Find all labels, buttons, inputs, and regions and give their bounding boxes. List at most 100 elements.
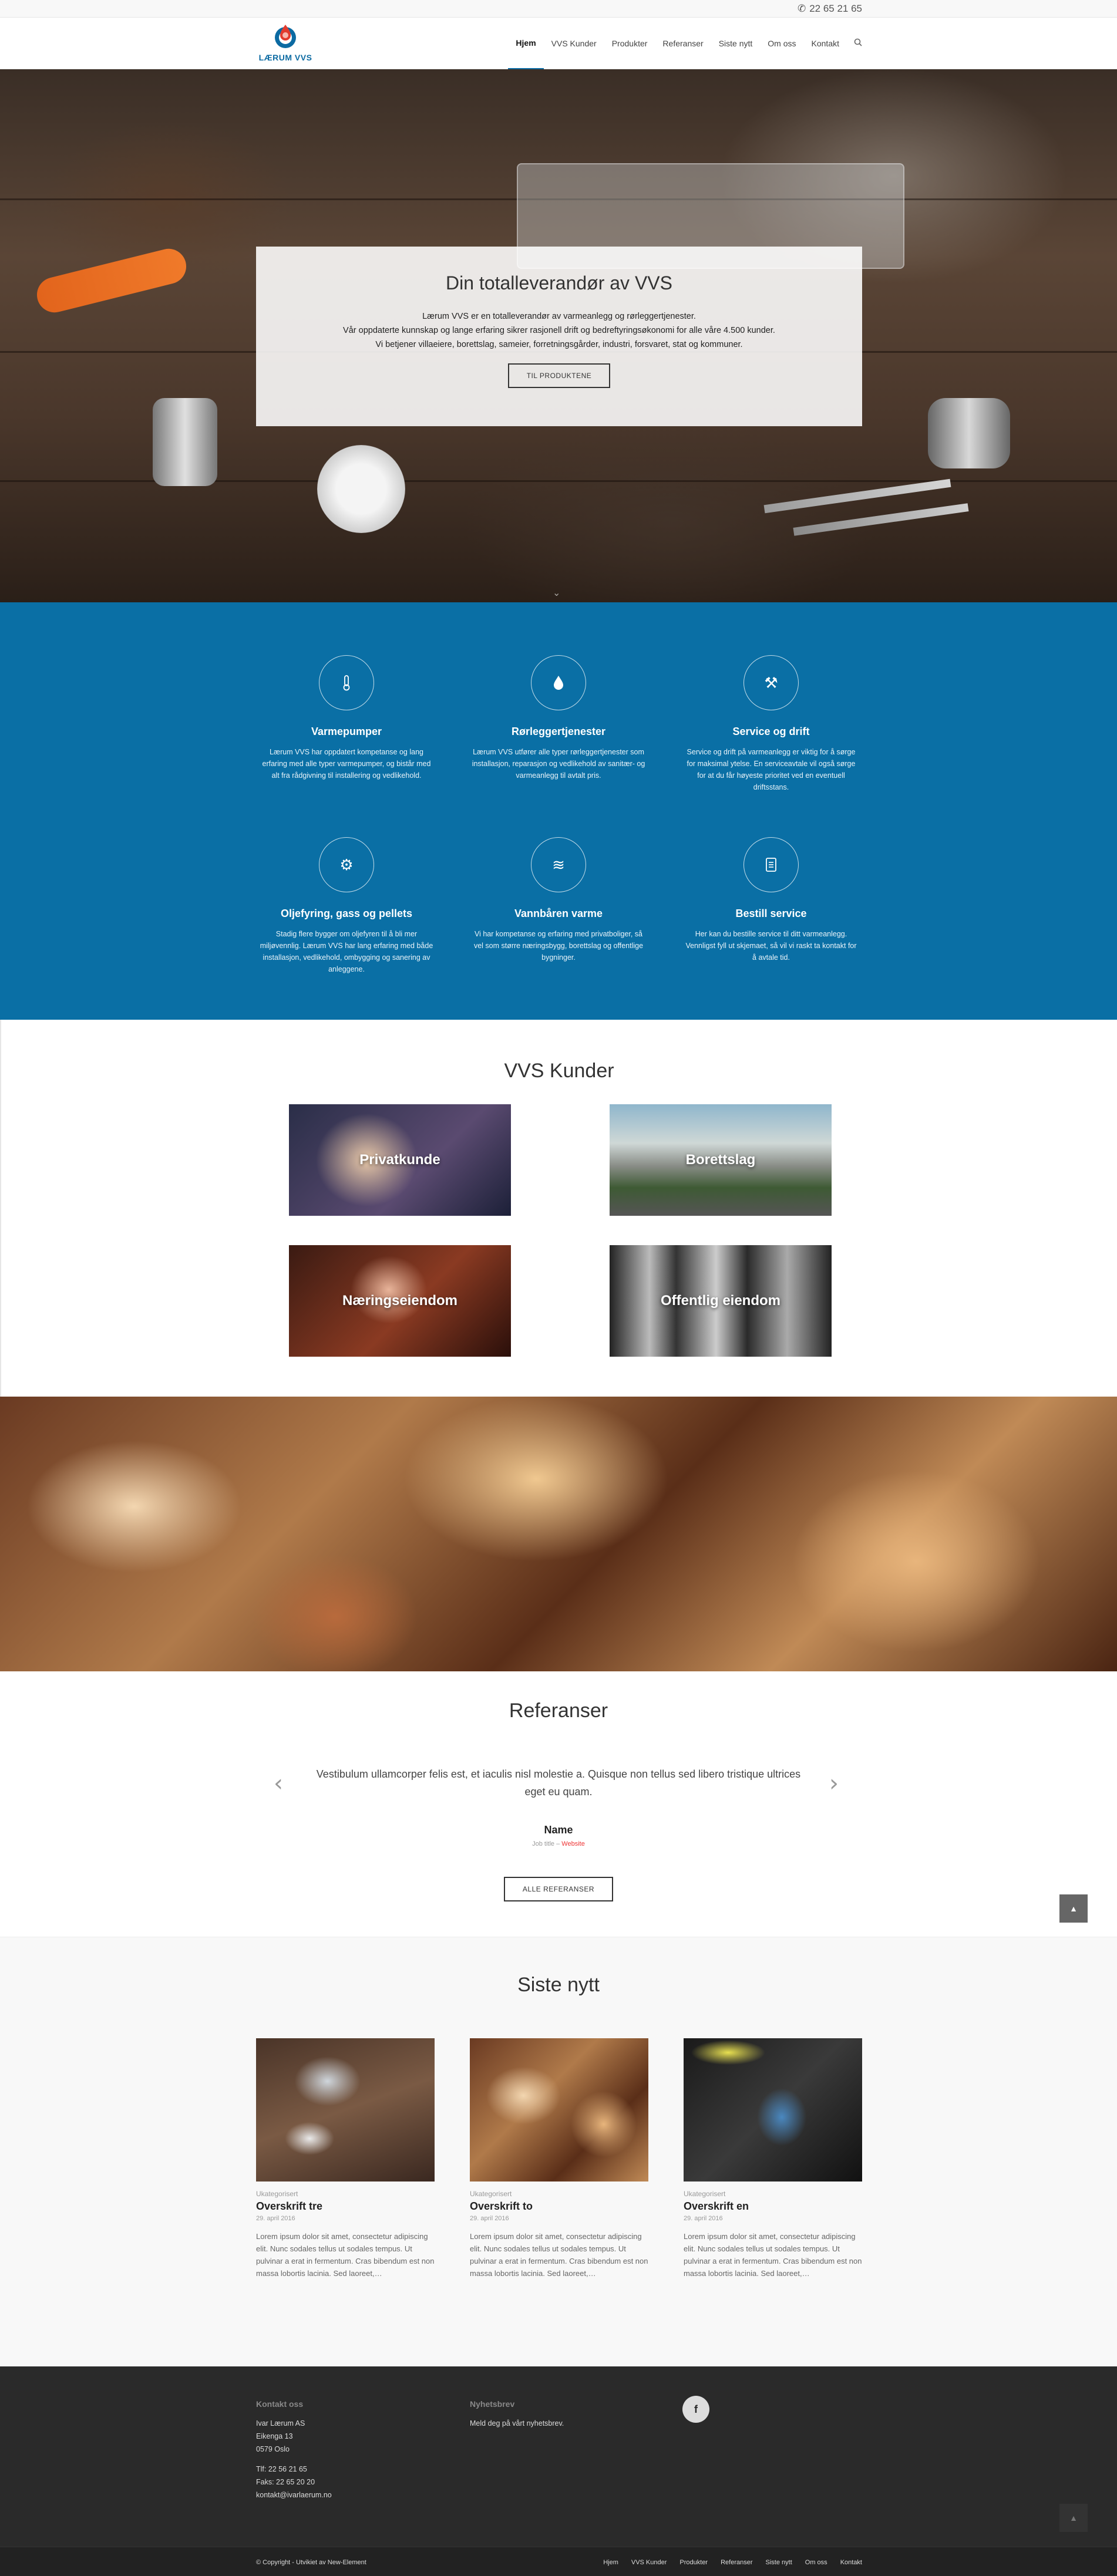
customers-title: VVS Kunder <box>504 1060 614 1082</box>
site-header: LÆRUM VVS Hjem VVS Kunder Produkter Refe… <box>0 18 1117 69</box>
tile-privatkunde[interactable]: Privatkunde <box>289 1104 511 1216</box>
footer-contact: Kontakt oss Ivar Lærum AS Eikenga 13 057… <box>256 2399 332 2501</box>
socket-bar: © Copyright - Utvikiet av New-Element Hj… <box>0 2547 1117 2576</box>
news-excerpt: Lorem ipsum dolor sit amet, consectetur … <box>470 2232 648 2278</box>
footer-email-link[interactable]: kontakt@ivarlaerum.no <box>256 2489 332 2501</box>
footer-newsletter-text[interactable]: Meld deg på vårt nyhetsbrev. <box>470 2417 564 2430</box>
facebook-icon[interactable]: f <box>682 2396 709 2423</box>
service-item[interactable]: Varmepumper Lærum VVS har oppdatert komp… <box>258 655 435 781</box>
service-text: Her kan du bestille service til ditt var… <box>685 930 857 962</box>
footer-city: 0579 Oslo <box>256 2445 290 2453</box>
hero-section: Din totalleverandør av VVS Lærum VVS er … <box>0 69 1117 602</box>
nav-siste-nytt[interactable]: Siste nytt <box>711 18 761 69</box>
news-headline[interactable]: Overskrift en <box>684 2200 862 2213</box>
tile-naeringseiendom[interactable]: Næringseiendom <box>289 1245 511 1357</box>
hero-title: Din totalleverandør av VVS <box>446 272 672 294</box>
news-headline[interactable]: Overskrift tre <box>256 2200 435 2213</box>
service-title: Bestill service <box>735 908 807 919</box>
logo[interactable]: LÆRUM VVS <box>256 22 315 65</box>
testimonial-website-link[interactable]: Website <box>561 1840 585 1847</box>
footer-company: Ivar Lærum AS <box>256 2419 305 2427</box>
footer-nav-siste-nytt[interactable]: Siste nytt <box>766 2559 792 2566</box>
footer-newsletter: Nyhetsbrev Meld deg på vårt nyhetsbrev. <box>470 2399 564 2430</box>
chevron-right-icon[interactable]: › <box>829 1770 839 1797</box>
tile-offentlig-eiendom[interactable]: Offentlig eiendom <box>610 1245 832 1357</box>
to-products-button[interactable]: TIL PRODUKTENE <box>507 363 611 388</box>
service-title: Oljefyring, gass og pellets <box>280 908 413 919</box>
news-card[interactable]: Ukategorisert Overskrift to 29. april 20… <box>470 2038 648 2280</box>
tools-icon: ⚒ <box>743 655 799 710</box>
footer-nav-hjem[interactable]: Hjem <box>603 2559 618 2566</box>
all-references-button[interactable]: ALLE REFERANSER <box>503 1877 614 1901</box>
top-phone[interactable]: ✆ 22 65 21 65 <box>798 3 862 15</box>
hero-text-line: Vår oppdaterte kunnskap og lange erfarin… <box>343 326 775 335</box>
tile-label: Privatkunde <box>359 1152 440 1168</box>
footer-nav-produkter[interactable]: Produkter <box>679 2559 708 2566</box>
water-drop-icon <box>531 655 586 710</box>
footer-nav-kontakt[interactable]: Kontakt <box>840 2559 862 2566</box>
hero-text-line: Vi betjener villaeiere, borettslag, same… <box>375 340 743 349</box>
services-section: Varmepumper Lærum VVS har oppdatert komp… <box>0 602 1117 1020</box>
hero-fitting <box>928 398 1010 468</box>
service-item[interactable]: Bestill service Her kan du bestille serv… <box>683 837 859 963</box>
news-image[interactable] <box>684 2038 862 2181</box>
tile-label: Næringseiendom <box>342 1293 458 1309</box>
service-item[interactable]: Rørleggertjenester Lærum VVS utfører all… <box>470 655 647 781</box>
logo-text: LÆRUM VVS <box>258 53 312 62</box>
footer-newsletter-title: Nyhetsbrev <box>470 2399 515 2409</box>
document-icon <box>743 837 799 892</box>
main-nav: Hjem VVS Kunder Produkter Referanser Sis… <box>508 18 862 69</box>
chevron-down-icon[interactable]: ⌄ <box>553 587 560 599</box>
nav-referanser[interactable]: Referanser <box>655 18 711 69</box>
footer-nav-vvs-kunder[interactable]: VVS Kunder <box>631 2559 667 2566</box>
references-section: Referanser ‹ Vestibulum ullamcorper feli… <box>0 1671 1117 1937</box>
thermometer-icon <box>319 655 374 710</box>
nav-kontakt[interactable]: Kontakt <box>804 18 847 69</box>
news-headline[interactable]: Overskrift to <box>470 2200 648 2213</box>
hero-white-part <box>317 445 405 533</box>
news-card[interactable]: Ukategorisert Overskrift tre 29. april 2… <box>256 2038 435 2280</box>
service-text: Lærum VVS har oppdatert kompetanse og la… <box>262 748 431 780</box>
tile-label: Offentlig eiendom <box>661 1293 780 1309</box>
references-title: Referanser <box>509 1700 608 1722</box>
pipes-banner-image <box>0 1397 1117 1671</box>
service-item[interactable]: ≋ Vannbåren varme Vi har kompetanse og e… <box>470 837 647 963</box>
news-excerpt: Lorem ipsum dolor sit amet, consectetur … <box>684 2232 862 2278</box>
footer-nav-om-oss[interactable]: Om oss <box>805 2559 827 2566</box>
tile-borettslag[interactable]: Borettslag <box>610 1104 832 1216</box>
hero-hex-key <box>793 503 969 536</box>
news-category[interactable]: Ukategorisert <box>256 2190 435 2198</box>
scroll-to-top-button[interactable]: ▲ <box>1059 1894 1088 1923</box>
hero-text-line: Lærum VVS er en totalleverandør av varme… <box>422 312 696 321</box>
logo-mark-icon <box>275 25 296 48</box>
phone-icon: ✆ <box>797 3 806 14</box>
news-image[interactable] <box>470 2038 648 2181</box>
news-title: Siste nytt <box>517 1974 600 1996</box>
news-card[interactable]: Ukategorisert Overskrift en 29. april 20… <box>684 2038 862 2280</box>
nav-vvs-kunder[interactable]: VVS Kunder <box>544 18 604 69</box>
nav-om-oss[interactable]: Om oss <box>760 18 803 69</box>
service-item[interactable]: ⚒ Service og drift Service og drift på v… <box>683 655 859 793</box>
customers-section: VVS Kunder Privatkunde Borettslag Næring… <box>0 1020 1117 1397</box>
service-text: Vi har kompetanse og erfaring med privat… <box>473 930 644 962</box>
news-date: 29. april 2016 <box>684 2215 723 2222</box>
top-bar: ✆ 22 65 21 65 <box>0 0 1117 18</box>
site-footer: Kontakt oss Ivar Lærum AS Eikenga 13 057… <box>0 2366 1117 2547</box>
nav-produkter[interactable]: Produkter <box>604 18 655 69</box>
footer-phone: Tlf: 22 56 21 65 <box>256 2465 307 2473</box>
footer-nav-referanser[interactable]: Referanser <box>721 2559 752 2566</box>
nav-hjem[interactable]: Hjem <box>508 18 544 69</box>
service-title: Vannbåren varme <box>514 908 603 919</box>
chevron-left-icon[interactable]: ‹ <box>274 1770 283 1797</box>
service-title: Varmepumper <box>311 726 382 737</box>
service-item[interactable]: ⚙ Oljefyring, gass og pellets Stadig fle… <box>258 837 435 975</box>
news-category[interactable]: Ukategorisert <box>684 2190 862 2198</box>
testimonial-meta: Job title – Website <box>0 1840 1117 1847</box>
service-title: Service og drift <box>732 726 810 737</box>
news-image[interactable] <box>256 2038 435 2181</box>
news-date: 29. april 2016 <box>470 2215 509 2222</box>
search-icon[interactable] <box>847 38 862 49</box>
news-category[interactable]: Ukategorisert <box>470 2190 648 2198</box>
scroll-to-top-button[interactable]: ▲ <box>1059 2504 1088 2532</box>
news-excerpt: Lorem ipsum dolor sit amet, consectetur … <box>256 2232 435 2278</box>
